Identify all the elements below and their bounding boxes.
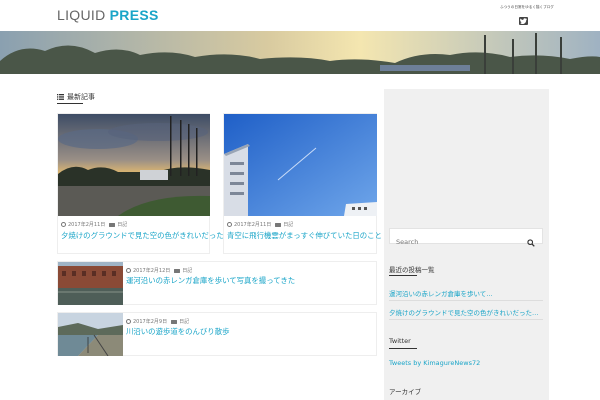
post-title-link[interactable]: 運河沿いの赤レンガ倉庫を歩いて写真を撮ってきた <box>126 275 295 286</box>
post-meta: 2017年2月12日 日記 <box>126 267 192 274</box>
site-header: LIQUID PRESS ふつうの日常をゆるく描くブログ <box>0 0 600 31</box>
featured-card[interactable]: 2017年2月11日 日記 青空に飛行機雲がまっすぐ伸びていた日のこと <box>223 113 382 254</box>
list-thumbnail[interactable] <box>58 313 123 356</box>
site-logo[interactable]: LIQUID PRESS <box>57 7 159 23</box>
post-category[interactable]: 日記 <box>117 221 127 228</box>
post-meta: 2017年2月11日 日記 <box>61 221 127 228</box>
post-category[interactable]: 日記 <box>182 267 192 274</box>
archive-heading-text: アーカイブ <box>389 388 422 396</box>
folder-icon <box>109 222 116 227</box>
list-item[interactable]: 2017年2月12日 日記 運河沿いの赤レンガ倉庫を歩いて写真を撮ってきた <box>57 261 377 305</box>
post-date: 2017年2月9日 <box>133 319 168 325</box>
post-meta: 2017年2月11日 日記 <box>227 221 293 228</box>
twitter-heading: Twitter <box>389 337 417 349</box>
search-form <box>389 228 543 249</box>
folder-icon <box>275 222 282 227</box>
recent-posts-heading: 最近の投稿一覧 <box>389 264 435 276</box>
list-thumbnail[interactable] <box>58 262 123 305</box>
search-input[interactable] <box>390 235 520 249</box>
section-title-underline <box>57 103 83 104</box>
folder-icon <box>174 268 181 273</box>
list-item[interactable]: 2017年2月9日 日記 川沿いの遊歩道をのんびり散歩 <box>57 312 377 356</box>
post-title-link[interactable]: 夕焼けのグラウンドで見た空の色がきれいだった <box>61 230 224 241</box>
header-banner-image <box>0 31 600 74</box>
header-right: ふつうの日常をゆるく描くブログ <box>500 5 554 29</box>
clock-icon <box>227 222 232 227</box>
post-category[interactable]: 日記 <box>179 318 189 325</box>
list-icon <box>57 94 64 100</box>
post-category[interactable]: 日記 <box>283 221 293 228</box>
logo-text-liquid: LIQUID <box>57 7 110 23</box>
recent-posts-heading-text: 最近の投稿一覧 <box>389 266 435 274</box>
post-title-link[interactable]: 川沿いの遊歩道をのんびり散歩 <box>126 326 229 337</box>
featured-card[interactable]: 2017年2月11日 日記 夕焼けのグラウンドで見た空の色がきれいだった <box>57 113 224 254</box>
heading-underline <box>389 348 417 349</box>
folder-icon <box>171 319 178 324</box>
featured-thumbnail[interactable] <box>224 114 377 216</box>
twitter-icon[interactable] <box>518 17 528 25</box>
clock-icon <box>61 222 66 227</box>
post-date: 2017年2月12日 <box>133 268 171 274</box>
sidebar: 最近の投稿一覧 運河沿いの赤レンガ倉庫を歩いて… 夕焼けのグラウンドで見た空の色… <box>384 89 549 400</box>
archive-heading: アーカイブ <box>389 386 421 396</box>
heading-underline <box>389 275 417 276</box>
divider <box>389 319 543 320</box>
post-date: 2017年2月11日 <box>68 222 106 228</box>
clock-icon <box>126 268 131 273</box>
site-tagline: ふつうの日常をゆるく描くブログ <box>500 5 554 9</box>
twitter-timeline-link[interactable]: Tweets by KimagureNews72 <box>389 359 480 367</box>
clock-icon <box>126 319 131 324</box>
divider <box>389 300 543 301</box>
logo-text-press: PRESS <box>109 7 159 23</box>
section-title-latest: 最新記事 <box>57 92 95 104</box>
recent-post-link[interactable]: 運河沿いの赤レンガ倉庫を歩いて… <box>389 288 493 298</box>
section-title-text: 最新記事 <box>67 93 95 101</box>
post-date: 2017年2月11日 <box>234 222 272 228</box>
search-icon[interactable] <box>527 232 535 251</box>
featured-thumbnail[interactable] <box>58 114 210 216</box>
post-meta: 2017年2月9日 日記 <box>126 318 189 325</box>
twitter-heading-text: Twitter <box>389 337 411 345</box>
recent-post-link[interactable]: 夕焼けのグラウンドで見た空の色がきれいだった… <box>389 307 539 317</box>
post-title-link[interactable]: 青空に飛行機雲がまっすぐ伸びていた日のこと <box>227 230 382 241</box>
